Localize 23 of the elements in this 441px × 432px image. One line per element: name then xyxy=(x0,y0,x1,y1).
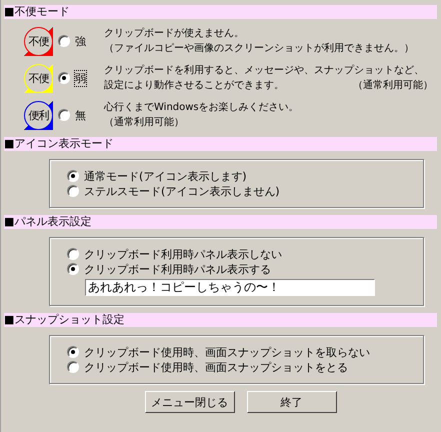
description-note: （通常利用可能） xyxy=(353,78,433,93)
radio-option[interactable]: クリップボード使用時、画面スナップショットを取らない xyxy=(67,345,408,359)
radio-option[interactable]: クリップボード利用時パネル表示しない xyxy=(67,247,408,261)
description-text: クリップボードが使えません。 xyxy=(104,26,244,41)
description-text: クリップボードを利用すると、メッセージや、スナップショットなど、 xyxy=(104,64,424,78)
radio-option[interactable]: クリップボード使用時、画面スナップショットをとる xyxy=(67,360,408,374)
menu-button[interactable]: メニュー閉じる xyxy=(144,391,234,413)
badge-icon: 便利 xyxy=(24,100,53,130)
badge-icon: 不便 xyxy=(24,64,53,92)
radio-option[interactable]: クリップボード利用時パネル表示する xyxy=(67,262,408,276)
description-text: 心行くまでWindowsをお楽しみください。 xyxy=(104,100,299,115)
section-header: ■スナップショット設定 xyxy=(4,313,437,327)
badge-icon: 不便 xyxy=(24,26,53,56)
description-text: （ファイルコピーや画像のスクリーンショットが利用できません。） xyxy=(104,42,414,56)
description-text: （通常利用可能） xyxy=(104,116,184,130)
section-header: ■アイコン表示モード xyxy=(4,137,437,151)
message-field[interactable]: あれあれっ！コピーしちゃうの〜！ xyxy=(85,279,375,296)
radio-option[interactable]: 通常モード(アイコン表示します) xyxy=(67,169,408,183)
description-text: 設定により動作させることができます。 xyxy=(104,78,284,93)
section-header: ■不便モード xyxy=(4,5,437,19)
radio-option[interactable]: ステルスモード(アイコン表示しません) xyxy=(67,184,408,198)
section-header: ■パネル表示設定 xyxy=(4,215,437,229)
menu-button[interactable]: 終了 xyxy=(246,391,336,413)
